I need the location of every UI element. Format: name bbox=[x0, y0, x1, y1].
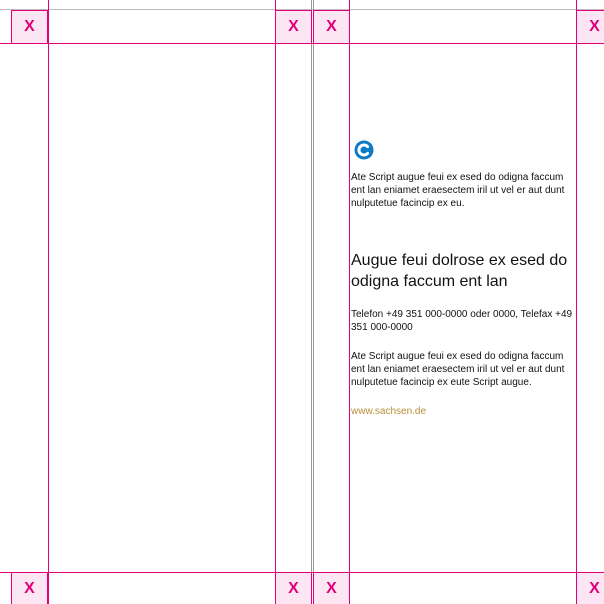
crop-mark-bottom-1: X bbox=[11, 572, 48, 604]
crop-mark-bottom-4: X bbox=[576, 572, 604, 604]
crop-mark-top-4: X bbox=[576, 10, 604, 44]
section-heading: Augue feui dolrose ex esed do odigna fac… bbox=[351, 252, 568, 290]
intro-paragraph: Ate Script augue feui ex esed do odigna … bbox=[351, 172, 565, 209]
right-page-content: Ate Script augue feui ex esed do odigna … bbox=[351, 140, 575, 418]
spine-line-left bbox=[311, 0, 312, 604]
c-logo-icon bbox=[354, 140, 374, 160]
crop-mark-bottom-3: X bbox=[313, 572, 350, 604]
crop-mark-top-2: X bbox=[275, 10, 312, 44]
website-link[interactable]: www.sachsen.de bbox=[351, 405, 575, 418]
right-page-outer-margin bbox=[576, 0, 577, 604]
left-page-inner-margin bbox=[275, 0, 276, 604]
crop-mark-bottom-2: X bbox=[275, 572, 312, 604]
spine-line-right bbox=[313, 0, 314, 604]
document-spread: X X X X X X X X Ate Script augue feui ex… bbox=[0, 0, 604, 604]
crop-mark-top-3: X bbox=[313, 10, 350, 44]
left-page-outer-margin bbox=[48, 0, 49, 604]
body-paragraph: Ate Script augue feui ex esed do odigna … bbox=[351, 351, 565, 388]
crop-mark-top-1: X bbox=[11, 10, 48, 44]
right-page-inner-margin bbox=[349, 0, 350, 604]
contact-line: Telefon +49 351 000-0000 oder 0000, Tele… bbox=[351, 309, 573, 333]
